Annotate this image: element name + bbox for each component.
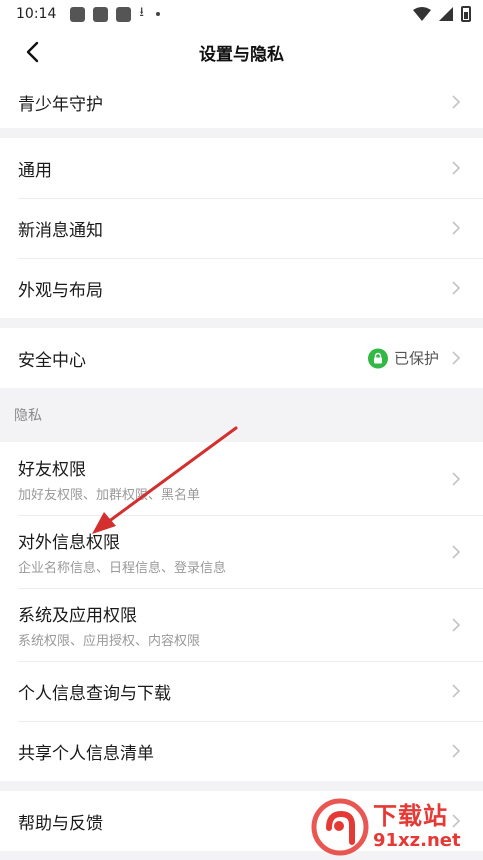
chevron-right-icon: [452, 744, 461, 758]
row-personal-info-download[interactable]: 个人信息查询与下载: [0, 661, 483, 721]
section-header-privacy: 隐私: [0, 388, 483, 442]
chevron-left-icon: [26, 41, 39, 63]
row-security-center[interactable]: 安全中心 已保护: [0, 328, 483, 388]
row-friend-permissions[interactable]: 好友权限 加好友权限、加群权限、黑名单: [0, 442, 483, 515]
row-label: 个人信息查询与下载: [18, 683, 171, 704]
group-teen: 青少年守护: [0, 76, 483, 128]
watermark: 下载站 91xz.net: [311, 798, 479, 856]
group-gap: [0, 128, 483, 138]
chevron-right-icon: [452, 471, 461, 486]
row-label: 系统及应用权限: [18, 605, 137, 626]
row-label: 帮助与反馈: [18, 813, 103, 834]
row-teen-guard[interactable]: 青少年守护: [0, 76, 483, 128]
wifi-icon: [413, 7, 431, 21]
row-subtitle: 系统权限、应用授权、内容权限: [18, 633, 201, 649]
row-label: 对外信息权限: [18, 532, 120, 553]
more-notifications-icon: [155, 12, 160, 16]
chevron-right-icon: [452, 161, 461, 175]
chevron-right-icon: [452, 221, 461, 235]
row-subtitle: 加好友权限、加群权限、黑名单: [18, 487, 201, 503]
chevron-right-icon: [452, 544, 461, 559]
group-security: 安全中心 已保护: [0, 328, 483, 388]
signal-icon: [439, 7, 453, 21]
row-label: 外观与布局: [18, 280, 103, 301]
row-label: 共享个人信息清单: [18, 743, 154, 764]
group-gap: [0, 318, 483, 328]
download-icon: ⭳: [139, 5, 144, 20]
chevron-right-icon: [452, 281, 461, 295]
notification-icon: [93, 6, 109, 22]
status-bar: 10:14 ⭳: [0, 0, 483, 28]
row-label: 安全中心: [18, 350, 86, 371]
security-status: 已保护: [367, 348, 439, 369]
status-badge: 已保护: [393, 349, 439, 368]
chevron-right-icon: [452, 95, 461, 109]
back-button[interactable]: [18, 38, 46, 66]
row-label: 青少年守护: [18, 94, 103, 115]
notification-icon: [70, 6, 86, 22]
watermark-url: 91xz.net: [373, 830, 461, 851]
row-subtitle: 企业名称信息、日程信息、登录信息: [18, 560, 227, 576]
row-general[interactable]: 通用: [0, 138, 483, 198]
battery-icon: [461, 6, 471, 22]
group-gap: [0, 781, 483, 791]
row-label: 好友权限: [18, 459, 86, 480]
notification-icon: [116, 6, 132, 22]
row-new-message-notification[interactable]: 新消息通知: [0, 198, 483, 258]
row-system-app-permissions[interactable]: 系统及应用权限 系统权限、应用授权、内容权限: [0, 588, 483, 661]
lock-icon: [367, 348, 388, 368]
row-shared-info-list[interactable]: 共享个人信息清单: [0, 721, 483, 781]
row-label: 通用: [18, 160, 52, 181]
watermark-brand: 下载站: [373, 802, 448, 830]
chevron-right-icon: [452, 684, 461, 698]
page-title: 设置与隐私: [199, 44, 284, 65]
group-privacy: 好友权限 加好友权限、加群权限、黑名单 对外信息权限 企业名称信息、日程信息、登…: [0, 442, 483, 781]
group-general: 通用 新消息通知 外观与布局: [0, 138, 483, 318]
watermark-logo-icon: [311, 798, 369, 856]
row-external-info-permissions[interactable]: 对外信息权限 企业名称信息、日程信息、登录信息: [0, 515, 483, 588]
chevron-right-icon: [452, 351, 461, 365]
status-time: 10:14: [16, 6, 57, 22]
row-appearance-layout[interactable]: 外观与布局: [0, 258, 483, 318]
row-label: 新消息通知: [18, 220, 103, 241]
chevron-right-icon: [452, 617, 461, 632]
nav-bar: 设置与隐私: [0, 28, 483, 76]
